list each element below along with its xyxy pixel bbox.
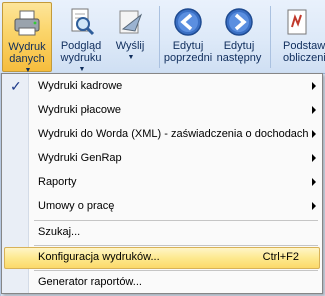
menu-item-word-reports[interactable]: Wydruki do Worda (XML) - zaświadczenia o… [4, 124, 320, 146]
menu-separator [34, 270, 318, 271]
calculation-document-icon [283, 7, 313, 40]
ribbon-separator [159, 6, 160, 68]
menu-item-label: Umowy o pracę [38, 200, 115, 212]
menu-item-label: Szukaj... [38, 226, 81, 238]
ribbon-toolbar: Wydruk danych ▼ Podgląd wydruku ▼ Wyślij… [0, 0, 325, 74]
print-data-dropdown-menu: ✓ Wydruki kadrowe Wydruki płacowe Wydruk… [1, 73, 323, 294]
calculation-basis-label-1: Podstawy [283, 40, 325, 52]
submenu-arrow-icon [312, 202, 316, 210]
print-preview-label-2: wydruku [60, 52, 102, 64]
menu-item-print-configuration[interactable]: Konfiguracja wydruków... Ctrl+F2 [4, 247, 320, 269]
menu-item-search[interactable]: Szukaj... [4, 222, 320, 244]
menu-item-hr-reports[interactable]: ✓ Wydruki kadrowe [4, 76, 320, 98]
calculation-basis-button[interactable]: Podstawy obliczeniow [276, 2, 325, 72]
print-data-button[interactable]: Wydruk danych ▼ [2, 2, 52, 74]
chevron-down-icon: ▼ [127, 54, 135, 61]
menu-item-shortcut: Ctrl+F2 [262, 251, 299, 263]
submenu-arrow-icon [312, 178, 316, 186]
print-data-label-2: danych [9, 53, 45, 65]
menu-item-label: Raporty [38, 176, 77, 188]
calculation-basis-label-2: obliczeniow [283, 52, 325, 64]
menu-item-reports[interactable]: Raporty [4, 172, 320, 194]
menu-item-label: Wydruki GenRap [38, 152, 122, 164]
print-preview-button[interactable]: Podgląd wydruku ▼ [54, 2, 108, 73]
send-icon [115, 7, 145, 40]
menu-separator [34, 220, 318, 221]
menu-item-employment-contracts[interactable]: Umowy o pracę [4, 196, 320, 218]
menu-item-report-generator[interactable]: Generator raportów... [4, 272, 320, 294]
print-preview-label-1: Podgląd [60, 40, 102, 52]
submenu-arrow-icon [312, 82, 316, 90]
arrow-left-icon [173, 7, 203, 40]
print-preview-icon [66, 7, 96, 40]
submenu-arrow-icon [312, 106, 316, 114]
edit-next-label-2: następny [216, 52, 262, 64]
menu-item-genrap-reports[interactable]: Wydruki GenRap [4, 148, 320, 170]
ribbon-separator [270, 6, 271, 68]
print-data-label-1: Wydruk [8, 41, 46, 53]
send-label: Wyślij [115, 40, 145, 52]
edit-next-button[interactable]: Edytuj następny [214, 2, 264, 72]
checkmark-icon: ✓ [10, 78, 22, 94]
menu-item-label: Generator raportów... [38, 276, 142, 288]
menu-item-label: Wydruki do Worda (XML) - zaświadczenia o… [38, 128, 309, 140]
menu-item-label: Wydruki płacowe [38, 104, 122, 116]
edit-previous-label-1: Edytuj [172, 40, 204, 52]
edit-previous-button[interactable]: Edytuj poprzedni [162, 2, 214, 72]
submenu-arrow-icon [312, 130, 316, 138]
send-button[interactable]: Wyślij ▼ [110, 2, 150, 72]
menu-separator [34, 245, 318, 246]
edit-next-label-1: Edytuj [223, 40, 255, 52]
submenu-arrow-icon [312, 154, 316, 162]
menu-item-label: Wydruki kadrowe [38, 80, 123, 92]
edit-previous-label-2: poprzedni [163, 52, 213, 64]
menu-item-payroll-reports[interactable]: Wydruki płacowe [4, 100, 320, 122]
menu-item-label: Konfiguracja wydruków... [38, 251, 160, 263]
printer-icon [12, 8, 42, 41]
arrow-right-icon [224, 7, 254, 40]
